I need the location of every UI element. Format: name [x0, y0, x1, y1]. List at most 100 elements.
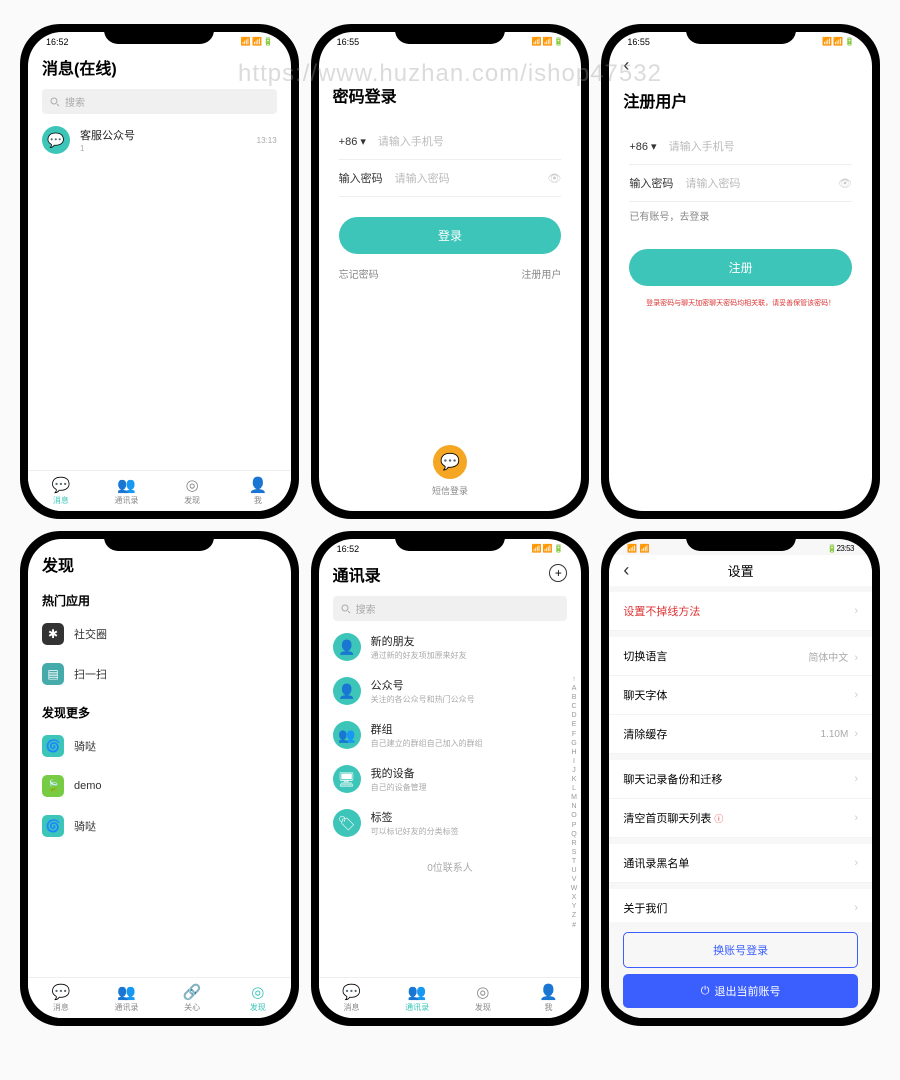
chevron-right-icon: › [854, 902, 858, 914]
phone-messages: 16:52📶 📶 🔋 消息(在线) 搜索 💬 客服公众号1 13:13 💬消息 … [20, 24, 299, 519]
contacts-icon: 👥 [94, 983, 160, 1001]
switch-account-button[interactable]: 换账号登录 [623, 932, 858, 968]
bottom-nav: 💬消息 👥通讯录 🔗关心 ◎发现 [28, 977, 291, 1018]
bottom-nav: 💬消息 👥通讯录 ◎发现 👤我 [28, 470, 291, 511]
eye-icon[interactable]: 👁 [547, 172, 561, 185]
chat-item[interactable]: 💬 客服公众号1 13:13 [28, 118, 291, 162]
language-item[interactable]: 切换语言简体中文› [609, 637, 872, 676]
message-icon: 💬 [319, 983, 385, 1001]
sms-login[interactable]: 💬短信登录 [432, 445, 468, 497]
compass-icon: ◎ [159, 476, 225, 494]
backup-item[interactable]: 聊天记录备份和迁移› [609, 760, 872, 799]
groups-item[interactable]: 👥群组自己建立的群组自己加入的群组 [319, 713, 582, 757]
aperture-icon: ✱ [42, 623, 64, 645]
warning-icon: ⓘ [714, 814, 723, 824]
eye-icon[interactable]: 👁 [838, 177, 852, 190]
chevron-right-icon: › [854, 728, 858, 740]
tags-item[interactable]: 🏷标签可以标记好友的分类标签 [319, 801, 582, 845]
device-icon: 🖥 [333, 765, 361, 793]
app-icon: 🍃 [42, 775, 64, 797]
chevron-right-icon: › [854, 689, 858, 701]
page-title: 密码登录 [319, 77, 582, 113]
clear-cache-item[interactable]: 清除缓存1.10M› [609, 715, 872, 754]
section-more: 发现更多 [28, 694, 291, 726]
password-placeholder: 请输入密码 [395, 170, 548, 186]
register-link[interactable]: 注册用户 [521, 266, 561, 281]
nav-discover[interactable]: ◎发现 [450, 978, 516, 1018]
search-input[interactable]: 搜索 [333, 596, 568, 621]
back-button[interactable]: ‹ [623, 55, 629, 76]
phone-field[interactable]: +86 ▾请输入手机号 [339, 123, 562, 160]
warning-text: 登录密码与聊天加密聊天密码均相关联，请妥善保管该密码！ [629, 298, 852, 308]
password-field[interactable]: 输入密码请输入密码👁 [339, 160, 562, 197]
phone-settings: 📶 📶🔋23:53 ‹设置 设置不掉线方法› 切换语言简体中文› 聊天字体› 清… [601, 531, 880, 1026]
login-button[interactable]: 登录 [339, 217, 562, 254]
chevron-right-icon: › [854, 812, 858, 824]
chevron-right-icon: › [854, 652, 858, 664]
nav-contacts[interactable]: 👥通讯录 [384, 978, 450, 1018]
nav-contacts[interactable]: 👥通讯录 [94, 471, 160, 511]
compass-icon: ◎ [225, 983, 291, 1001]
scan-icon: ▤ [42, 663, 64, 685]
country-code[interactable]: +86 ▾ [629, 140, 656, 153]
existing-account-link[interactable]: 已有账号，去登录 [629, 202, 852, 229]
notch [395, 531, 505, 551]
page-title: 注册用户 [609, 82, 872, 118]
nav-discover[interactable]: ◎发现 [159, 471, 225, 511]
about-item[interactable]: 关于我们› [609, 889, 872, 922]
nav-messages[interactable]: 💬消息 [28, 978, 94, 1018]
font-item[interactable]: 聊天字体› [609, 676, 872, 715]
contact-count: 0位联系人 [319, 845, 582, 888]
chat-time: 13:13 [257, 136, 277, 145]
group-icon: 👥 [333, 721, 361, 749]
chevron-right-icon: › [854, 605, 858, 617]
account-icon: 👤 [333, 677, 361, 705]
nav-contacts[interactable]: 👥通讯录 [94, 978, 160, 1018]
forgot-password-link[interactable]: 忘记密码 [339, 266, 379, 281]
app-icon: 🌀 [42, 735, 64, 757]
scan-item[interactable]: ▤扫一扫 [28, 654, 291, 694]
page-title: 发现 [28, 546, 291, 582]
notch [686, 531, 796, 551]
clear-chats-item[interactable]: 清空首页聊天列表 ⓘ› [609, 799, 872, 838]
new-friends-item[interactable]: 👤新的朋友通过新的好友项加原来好友 [319, 625, 582, 669]
person-icon: 👤 [225, 476, 291, 494]
nav-me[interactable]: 👤我 [516, 978, 582, 1018]
search-placeholder: 搜索 [65, 94, 85, 109]
person-icon: 👤 [516, 983, 582, 1001]
app-item-demo[interactable]: 🍃demo [28, 766, 291, 806]
power-icon: ⏻ [701, 985, 710, 998]
offline-method-item[interactable]: 设置不掉线方法› [609, 592, 872, 631]
message-icon: 💬 [28, 476, 94, 494]
app-item-1[interactable]: 🌀骑哒 [28, 726, 291, 766]
page-title: 消息(在线) [28, 49, 291, 85]
notch [104, 24, 214, 44]
devices-item[interactable]: 🖥我的设备自己的设备管理 [319, 757, 582, 801]
compass-icon: ◎ [450, 983, 516, 1001]
chat-name: 客服公众号 [80, 127, 257, 143]
official-accounts-item[interactable]: 👤公众号关注的各公众号和热门公众号 [319, 669, 582, 713]
logout-button[interactable]: ⏻退出当前账号 [623, 974, 858, 1008]
link-icon: 🔗 [159, 983, 225, 1001]
app-item-2[interactable]: 🌀骑哒 [28, 806, 291, 846]
social-circle-item[interactable]: ✱社交圈 [28, 614, 291, 654]
nav-care[interactable]: 🔗关心 [159, 978, 225, 1018]
register-button[interactable]: 注册 [629, 249, 852, 286]
sms-icon: 💬 [433, 445, 467, 479]
app-icon: 🌀 [42, 815, 64, 837]
nav-me[interactable]: 👤我 [225, 471, 291, 511]
blacklist-item[interactable]: 通讯录黑名单› [609, 844, 872, 883]
bottom-nav: 💬消息 👥通讯录 ◎发现 👤我 [319, 977, 582, 1018]
nav-messages[interactable]: 💬消息 [319, 978, 385, 1018]
chevron-right-icon: › [854, 773, 858, 785]
password-field[interactable]: 输入密码请输入密码👁 [629, 165, 852, 202]
phone-field[interactable]: +86 ▾请输入手机号 [629, 128, 852, 165]
alphabet-index[interactable]: ↑ABCDEFGHIJKLMNOPQRSTUVWXYZ# [571, 675, 578, 930]
country-code[interactable]: +86 ▾ [339, 135, 366, 148]
phone-login: 16:55📶 📶 🔋 密码登录 +86 ▾请输入手机号 输入密码请输入密码👁 登… [311, 24, 590, 519]
nav-messages[interactable]: 💬消息 [28, 471, 94, 511]
nav-discover[interactable]: ◎发现 [225, 978, 291, 1018]
notch [686, 24, 796, 44]
back-button[interactable]: ‹ [623, 560, 629, 581]
search-input[interactable]: 搜索 [42, 89, 277, 114]
